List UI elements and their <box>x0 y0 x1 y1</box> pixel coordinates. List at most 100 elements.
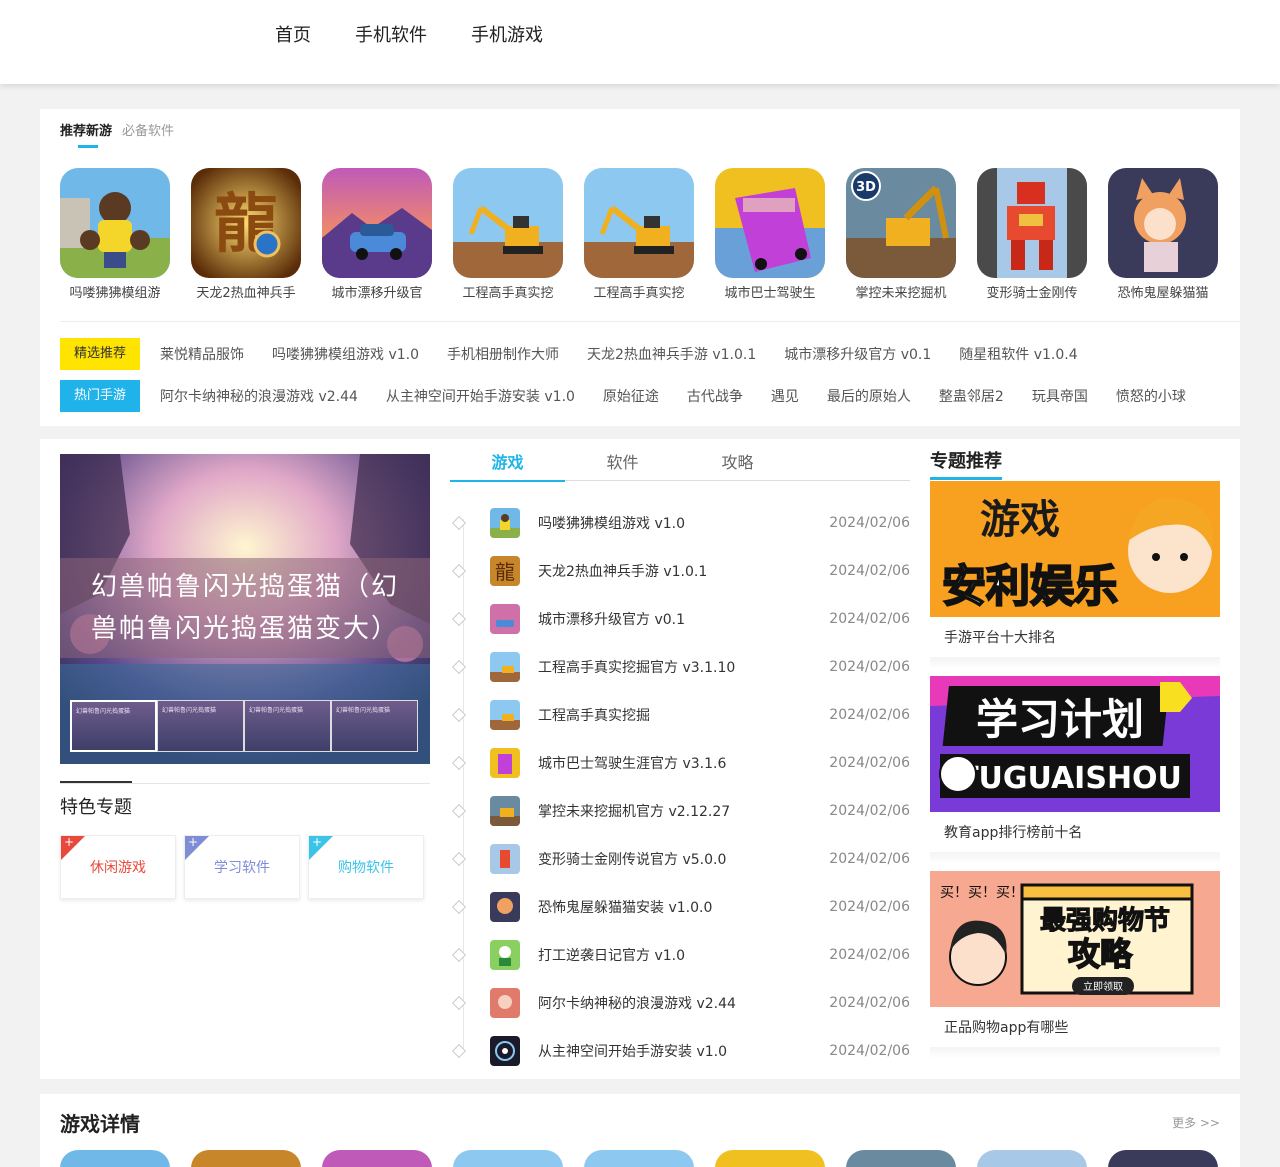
featured-badge: 精选推荐 <box>60 338 140 370</box>
banner-line1: 最强购物节 <box>1040 906 1170 936</box>
robot-icon <box>977 168 1087 278</box>
app-item[interactable]: 吗喽狒狒模组游 <box>60 168 170 302</box>
hot-badge: 热门手游 <box>60 380 140 412</box>
list-item[interactable]: 吗喽狒狒模组游戏 v1.0 2024/02/06 <box>451 499 910 547</box>
excavator-3d-icon[interactable] <box>846 1150 956 1167</box>
tab-software[interactable]: 软件 <box>565 449 680 480</box>
app-item[interactable]: 3D 掌控未来挖掘机 <box>846 168 956 302</box>
tab-games[interactable]: 游戏 <box>450 449 565 482</box>
app-item[interactable]: 城市巴士驾驶生 <box>715 168 825 302</box>
hot-link[interactable]: 遇见 <box>771 386 799 406</box>
feature-card-casual[interactable]: + 休闲游戏 <box>60 835 176 899</box>
list-item-date: 2024/02/06 <box>829 563 910 579</box>
featured-link[interactable]: 手机相册制作大师 <box>447 344 559 364</box>
hot-link[interactable]: 整蛊邻居2 <box>939 386 1004 406</box>
bus-icon[interactable] <box>715 1150 825 1167</box>
latest-list: 吗喽狒狒模组游戏 v1.0 2024/02/06 龍 天龙2热血神兵手游 v1.… <box>451 499 910 1075</box>
tab-new-games[interactable]: 推荐新游 <box>60 123 112 148</box>
excavator-icon <box>584 168 694 278</box>
featured-link[interactable]: 城市漂移升级官方 v0.1 <box>784 344 931 364</box>
nav-mobile-software[interactable]: 手机软件 <box>355 24 427 48</box>
app-item[interactable]: 龍 天龙2热血神兵手 <box>191 168 301 302</box>
app-name: 恐怖鬼屋躲猫猫 <box>1117 286 1209 301</box>
robot-icon[interactable] <box>977 1150 1087 1167</box>
app-item[interactable]: 恐怖鬼屋躲猫猫 <box>1108 168 1218 302</box>
dragon-game-icon: 龍 <box>490 556 520 586</box>
list-item[interactable]: 工程高手真实挖掘官方 v3.1.10 2024/02/06 <box>451 643 910 691</box>
cat-girl-icon <box>490 892 520 922</box>
car-drift-icon[interactable] <box>322 1150 432 1167</box>
list-item[interactable]: 城市巴士驾驶生涯官方 v3.1.6 2024/02/06 <box>451 739 910 787</box>
gorilla-game-icon <box>490 508 520 538</box>
app-item[interactable]: 变形骑士金刚传 <box>977 168 1087 302</box>
list-item[interactable]: 城市漂移升级官方 v0.1 2024/02/06 <box>451 595 910 643</box>
topic-card[interactable]: 学习计划 TUGUAISHOU 教育app排行榜前十名 <box>930 676 1220 864</box>
feature-card-learning[interactable]: + 学习软件 <box>184 835 300 899</box>
banner-line2: 安利娱乐 <box>942 561 1118 612</box>
slide-thumb[interactable]: 幻兽帕鲁闪光捣蛋猫 <box>70 700 157 752</box>
app-name: 城市巴士驾驶生 <box>724 286 816 301</box>
car-drift-icon <box>490 604 520 634</box>
topic-caption: 手游平台十大排名 <box>944 630 1056 646</box>
slide-thumb[interactable]: 幻兽帕鲁闪光捣蛋猫 <box>244 700 331 752</box>
tab-guides[interactable]: 攻略 <box>680 449 795 480</box>
gorilla-game-icon[interactable] <box>60 1150 170 1167</box>
hot-link[interactable]: 古代战争 <box>687 386 743 406</box>
gorilla-game-icon <box>60 168 170 278</box>
features-title: 特色专题 <box>60 797 132 818</box>
list-item[interactable]: 恐怖鬼屋躲猫猫安装 v1.0.0 2024/02/06 <box>451 883 910 931</box>
banner-line2: TUGUAISHOU <box>958 761 1182 796</box>
diamond-icon <box>451 851 467 867</box>
hot-link[interactable]: 原始征途 <box>603 386 659 406</box>
hot-link[interactable]: 从主神空间开始手游安装 v1.0 <box>386 386 575 406</box>
tab-essential-software[interactable]: 必备软件 <box>122 123 174 141</box>
list-item-date: 2024/02/06 <box>829 515 910 531</box>
excavator-icon <box>453 168 563 278</box>
featured-link[interactable]: 随星租软件 v1.0.4 <box>959 344 1077 364</box>
list-item[interactable]: 从主神空间开始手游安装 v1.0 2024/02/06 <box>451 1027 910 1075</box>
hot-link[interactable]: 阿尔卡纳神秘的浪漫游戏 v2.44 <box>160 386 358 406</box>
list-item-date: 2024/02/06 <box>829 611 910 627</box>
bus-icon <box>490 748 520 778</box>
hot-link[interactable]: 玩具帝国 <box>1032 386 1088 406</box>
dragon-game-icon[interactable] <box>191 1150 301 1167</box>
slide-thumb[interactable]: 幻兽帕鲁闪光捣蛋猫 <box>157 700 244 752</box>
recommend-tabs: 推荐新游 必备软件 <box>60 123 184 148</box>
list-item[interactable]: 龍 天龙2热血神兵手游 v1.0.1 2024/02/06 <box>451 547 910 595</box>
banner-small: 立即领取 <box>1083 980 1123 993</box>
hot-link[interactable]: 愤怒的小球 <box>1116 386 1186 406</box>
list-item[interactable]: 掌控未来挖掘机官方 v2.12.27 2024/02/06 <box>451 787 910 835</box>
nav-mobile-games[interactable]: 手机游戏 <box>471 24 543 48</box>
featured-link[interactable]: 吗喽狒狒模组游戏 v1.0 <box>272 344 419 364</box>
featured-link[interactable]: 天龙2热血神兵手游 v1.0.1 <box>587 344 756 364</box>
app-item[interactable]: 城市漂移升级官 <box>322 168 432 302</box>
topic-card[interactable]: 最强购物节 攻略 立即领取 买！买！买！ 正品购物app有哪些 <box>930 871 1220 1059</box>
list-item-title: 从主神空间开始手游安装 v1.0 <box>538 1044 727 1060</box>
topic-card[interactable]: 游戏 安利娱乐 手游平台十大排名 <box>930 481 1220 669</box>
list-item[interactable]: 打工逆袭日记官方 v1.0 2024/02/06 <box>451 931 910 979</box>
list-item[interactable]: 阿尔卡纳神秘的浪漫游戏 v2.44 2024/02/06 <box>451 979 910 1027</box>
diamond-icon <box>451 947 467 963</box>
nav-home[interactable]: 首页 <box>275 24 311 48</box>
feature-card-shopping[interactable]: + 购物软件 <box>308 835 424 899</box>
slide-thumb[interactable]: 幻兽帕鲁闪光捣蛋猫 <box>331 700 418 752</box>
excavator-icon[interactable] <box>453 1150 563 1167</box>
cat-girl-icon[interactable] <box>1108 1150 1218 1167</box>
topic-caption: 教育app排行榜前十名 <box>944 825 1083 841</box>
more-link[interactable]: 更多 >> <box>1172 1114 1220 1131</box>
robot-icon <box>490 844 520 874</box>
diamond-icon <box>451 707 467 723</box>
app-item[interactable]: 工程高手真实挖 <box>584 168 694 302</box>
app-item[interactable]: 工程高手真实挖 <box>453 168 563 302</box>
topic-banner: 学习计划 TUGUAISHOU <box>930 676 1220 812</box>
hot-link[interactable]: 最后的原始人 <box>827 386 911 406</box>
list-item[interactable]: 工程高手真实挖掘 2024/02/06 <box>451 691 910 739</box>
banner-line1: 学习计划 <box>976 695 1144 744</box>
featured-link[interactable]: 莱悦精品服饰 <box>160 344 244 364</box>
car-drift-icon <box>322 168 432 278</box>
image-slider[interactable]: 幻兽帕鲁闪光捣蛋猫（幻兽帕鲁闪光捣蛋猫变大） 幻兽帕鲁闪光捣蛋猫 幻兽帕鲁闪光捣… <box>60 454 430 764</box>
excavator-icon[interactable] <box>584 1150 694 1167</box>
diamond-icon <box>451 659 467 675</box>
feature-card-label: 购物软件 <box>338 860 394 876</box>
list-item[interactable]: 变形骑士金刚传说官方 v5.0.0 2024/02/06 <box>451 835 910 883</box>
